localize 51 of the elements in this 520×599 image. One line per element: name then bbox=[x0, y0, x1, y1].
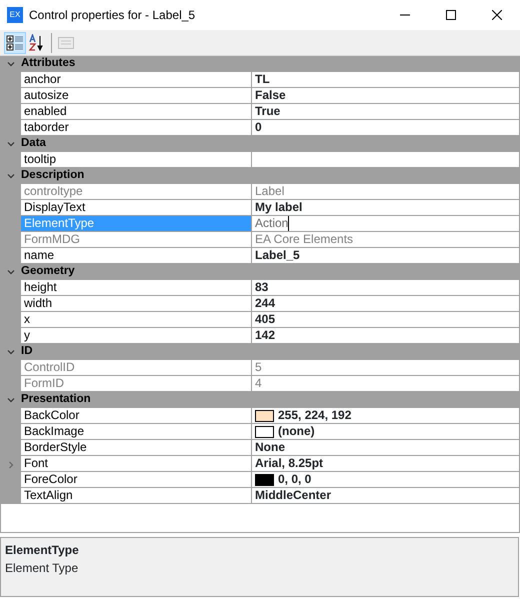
close-icon bbox=[492, 10, 502, 20]
property-name[interactable]: ForeColor bbox=[21, 472, 252, 488]
property-name[interactable]: Font bbox=[21, 456, 252, 472]
property-value: 83 bbox=[255, 280, 268, 295]
property-value: 405 bbox=[255, 312, 276, 327]
property-name[interactable]: BorderStyle bbox=[21, 440, 252, 456]
property-value: Label bbox=[255, 184, 284, 199]
category-header: Description bbox=[21, 168, 84, 184]
window-title: Control properties for - Label_5 bbox=[29, 7, 196, 24]
property-value: None bbox=[255, 440, 285, 455]
property-name[interactable]: x bbox=[21, 312, 252, 328]
property-name[interactable]: y bbox=[21, 328, 252, 344]
category-header: Geometry bbox=[21, 264, 75, 280]
property-name[interactable]: taborder bbox=[21, 120, 252, 136]
property-name[interactable]: width bbox=[21, 296, 252, 312]
property-value: False bbox=[255, 88, 286, 103]
property-name[interactable]: BackImage bbox=[21, 424, 252, 440]
property-value: Arial, 8.25pt bbox=[255, 456, 324, 471]
property-name[interactable]: BackColor bbox=[21, 408, 252, 424]
property-value: 255, 224, 192 bbox=[278, 408, 352, 423]
property-value[interactable]: Action bbox=[255, 216, 290, 231]
property-name[interactable]: name bbox=[21, 248, 252, 264]
maximize-icon bbox=[446, 10, 456, 20]
property-name[interactable]: tooltip bbox=[21, 152, 252, 168]
property-value: (none) bbox=[278, 424, 315, 439]
property-name[interactable]: height bbox=[21, 280, 252, 296]
property-value: EA Core Elements bbox=[255, 232, 354, 247]
category-header: ID bbox=[21, 344, 32, 360]
property-value: 5 bbox=[255, 360, 262, 375]
property-name[interactable]: DisplayText bbox=[21, 200, 252, 216]
property-name[interactable]: autosize bbox=[21, 88, 252, 104]
property-name[interactable]: enabled bbox=[21, 104, 252, 120]
property-name[interactable]: TextAlign bbox=[21, 488, 252, 504]
category-header: Presentation bbox=[21, 392, 91, 408]
property-value: 0 bbox=[255, 120, 262, 135]
description-text: Element Type bbox=[5, 560, 80, 577]
category-header: Attributes bbox=[21, 56, 76, 72]
categorized-view-button[interactable] bbox=[4, 32, 26, 54]
property-value: TL bbox=[255, 72, 270, 87]
property-value: 4 bbox=[255, 376, 262, 391]
property-value: My label bbox=[255, 200, 302, 215]
app-icon: EX bbox=[7, 7, 23, 23]
property-value: 142 bbox=[255, 328, 276, 343]
category-header: Data bbox=[21, 136, 46, 152]
property-name[interactable]: anchor bbox=[21, 72, 252, 88]
property-value: MiddleCenter bbox=[255, 488, 332, 503]
property-value: Label_5 bbox=[255, 248, 300, 263]
description-title: ElementType bbox=[5, 542, 80, 559]
property-value: 244 bbox=[255, 296, 276, 311]
property-value: True bbox=[255, 104, 280, 119]
property-value: 0, 0, 0 bbox=[278, 472, 312, 487]
